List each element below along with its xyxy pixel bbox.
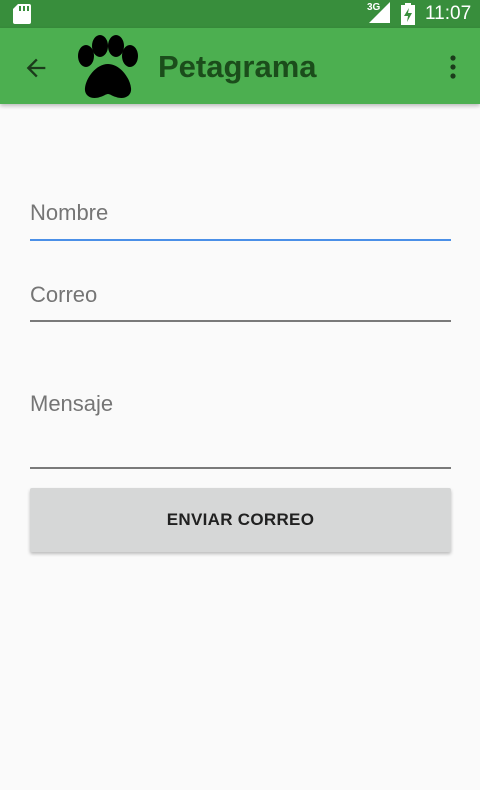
- arrow-back-icon[interactable]: [22, 54, 50, 82]
- battery-charging-icon: [401, 3, 415, 25]
- correo-input[interactable]: [30, 278, 451, 312]
- nombre-field: [30, 196, 451, 243]
- paw-icon: [78, 35, 138, 98]
- signal-icon: [369, 2, 390, 23]
- sd-card-icon: [13, 4, 31, 24]
- correo-field: [30, 278, 451, 324]
- status-bar: 3G 11:07: [0, 0, 480, 28]
- mensaje-field: [30, 391, 451, 469]
- mensaje-input[interactable]: [30, 391, 451, 425]
- correo-underline: [30, 320, 451, 322]
- mensaje-underline: [30, 467, 451, 469]
- nombre-input[interactable]: [30, 196, 451, 230]
- send-email-button[interactable]: ENVIAR CORREO: [30, 488, 451, 552]
- more-vert-icon[interactable]: [442, 52, 464, 82]
- status-clock: 11:07: [425, 3, 472, 24]
- nombre-underline: [30, 239, 451, 241]
- app-title: Petagrama: [158, 49, 317, 84]
- app-bar: Petagrama: [0, 28, 480, 104]
